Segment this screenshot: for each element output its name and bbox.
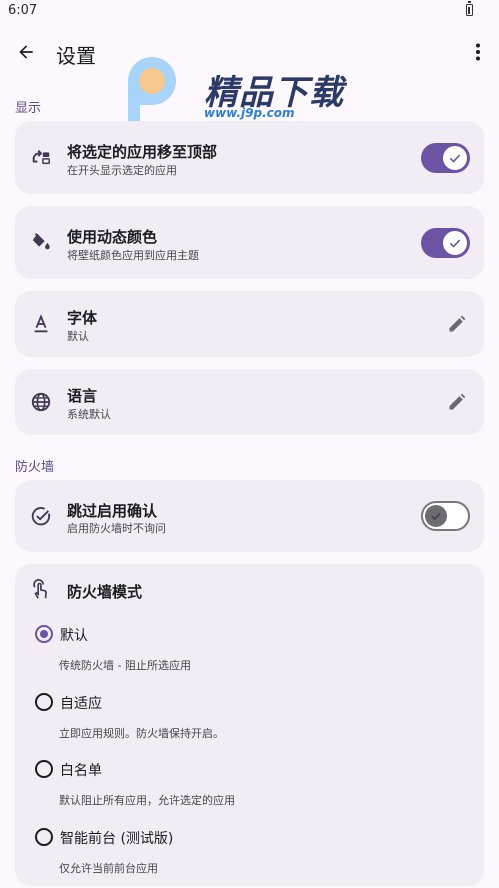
watermark-url: www.j9p.com bbox=[204, 106, 295, 120]
radio-label: 智能前台 (测试版) bbox=[60, 831, 174, 847]
edit-font-button[interactable] bbox=[445, 312, 469, 336]
settings-screen: 6:07 设置 精品下载 www.j9p.com 显示 将选定的应用移至顶部 在… bbox=[0, 0, 499, 888]
globe-icon bbox=[28, 389, 54, 415]
radio-option-whitelist[interactable]: 白名单 bbox=[35, 756, 455, 782]
skip-confirm-switch[interactable] bbox=[421, 501, 470, 531]
radio-label: 自适应 bbox=[60, 696, 102, 712]
status-bar: 6:07 bbox=[0, 0, 499, 24]
radio-label: 默认 bbox=[60, 628, 88, 644]
more-options-button[interactable] bbox=[467, 36, 489, 68]
edit-language-button[interactable] bbox=[445, 390, 469, 414]
check-icon bbox=[449, 154, 461, 163]
section-label-display: 显示 bbox=[15, 101, 42, 116]
setting-skip-confirm[interactable]: 跳过启用确认 启用防火墙时不询问 bbox=[15, 480, 484, 552]
battery-icon bbox=[466, 1, 473, 16]
switch-knob bbox=[443, 231, 467, 255]
radio-option-smart-foreground[interactable]: 智能前台 (测试版) bbox=[35, 824, 455, 850]
radio-description: 默认阻止所有应用，允许选定的应用 bbox=[59, 794, 235, 807]
more-vert-icon bbox=[476, 43, 480, 61]
status-time: 6:07 bbox=[8, 3, 38, 18]
radio-option-default[interactable]: 默认 bbox=[35, 621, 455, 647]
radio-description: 仅允许当前前台应用 bbox=[59, 862, 158, 875]
pencil-icon bbox=[449, 393, 466, 410]
swap-top-icon bbox=[28, 144, 54, 170]
radio-option-adaptive[interactable]: 自适应 bbox=[35, 689, 455, 715]
check-icon bbox=[431, 513, 441, 521]
font-icon bbox=[28, 311, 54, 337]
setting-title: 跳过启用确认 bbox=[67, 502, 158, 520]
firewall-mode-card: 防火墙模式 默认 传统防火墙 - 阻止所选应用 自适应 立即应用规则。防火墙保持… bbox=[15, 564, 484, 886]
firewall-mode-title: 防火墙模式 bbox=[67, 583, 143, 601]
setting-value: 默认 bbox=[67, 330, 89, 343]
pencil-icon bbox=[449, 315, 466, 332]
check-icon bbox=[449, 239, 461, 248]
paint-bucket-icon bbox=[28, 229, 54, 255]
section-label-firewall: 防火墙 bbox=[15, 460, 55, 475]
setting-value: 系统默认 bbox=[67, 408, 111, 421]
setting-title: 将选定的应用移至顶部 bbox=[67, 143, 218, 161]
radio-label: 白名单 bbox=[60, 763, 102, 779]
touch-app-icon bbox=[27, 577, 53, 603]
setting-font[interactable]: 字体 默认 bbox=[15, 291, 484, 357]
brand-logo-icon bbox=[128, 57, 176, 127]
setting-title: 语言 bbox=[67, 387, 98, 405]
arrow-left-icon bbox=[19, 45, 33, 59]
setting-language[interactable]: 语言 系统默认 bbox=[15, 369, 484, 435]
back-button[interactable] bbox=[10, 36, 42, 68]
setting-title: 字体 bbox=[67, 309, 98, 327]
switch-knob bbox=[425, 505, 447, 527]
setting-dynamic-color[interactable]: 使用动态颜色 将壁纸颜色应用到应用主题 bbox=[15, 206, 484, 279]
check-circle-icon bbox=[28, 503, 54, 529]
radio-button[interactable] bbox=[35, 828, 53, 846]
setting-pin-selected[interactable]: 将选定的应用移至顶部 在开头显示选定的应用 bbox=[15, 121, 484, 194]
radio-description: 立即应用规则。防火墙保持开启。 bbox=[59, 727, 224, 740]
page-title: 设置 bbox=[56, 44, 96, 68]
radio-description: 传统防火墙 - 阻止所选应用 bbox=[59, 659, 191, 672]
radio-button[interactable] bbox=[35, 760, 53, 778]
switch-knob bbox=[443, 146, 467, 170]
dynamic-color-switch[interactable] bbox=[421, 228, 470, 258]
setting-subtitle: 启用防火墙时不询问 bbox=[67, 522, 166, 535]
radio-button[interactable] bbox=[35, 693, 53, 711]
setting-subtitle: 在开头显示选定的应用 bbox=[67, 164, 177, 177]
setting-title: 使用动态颜色 bbox=[67, 228, 158, 246]
setting-subtitle: 将壁纸颜色应用到应用主题 bbox=[67, 249, 199, 262]
pin-selected-switch[interactable] bbox=[421, 143, 470, 173]
radio-button[interactable] bbox=[35, 625, 53, 643]
